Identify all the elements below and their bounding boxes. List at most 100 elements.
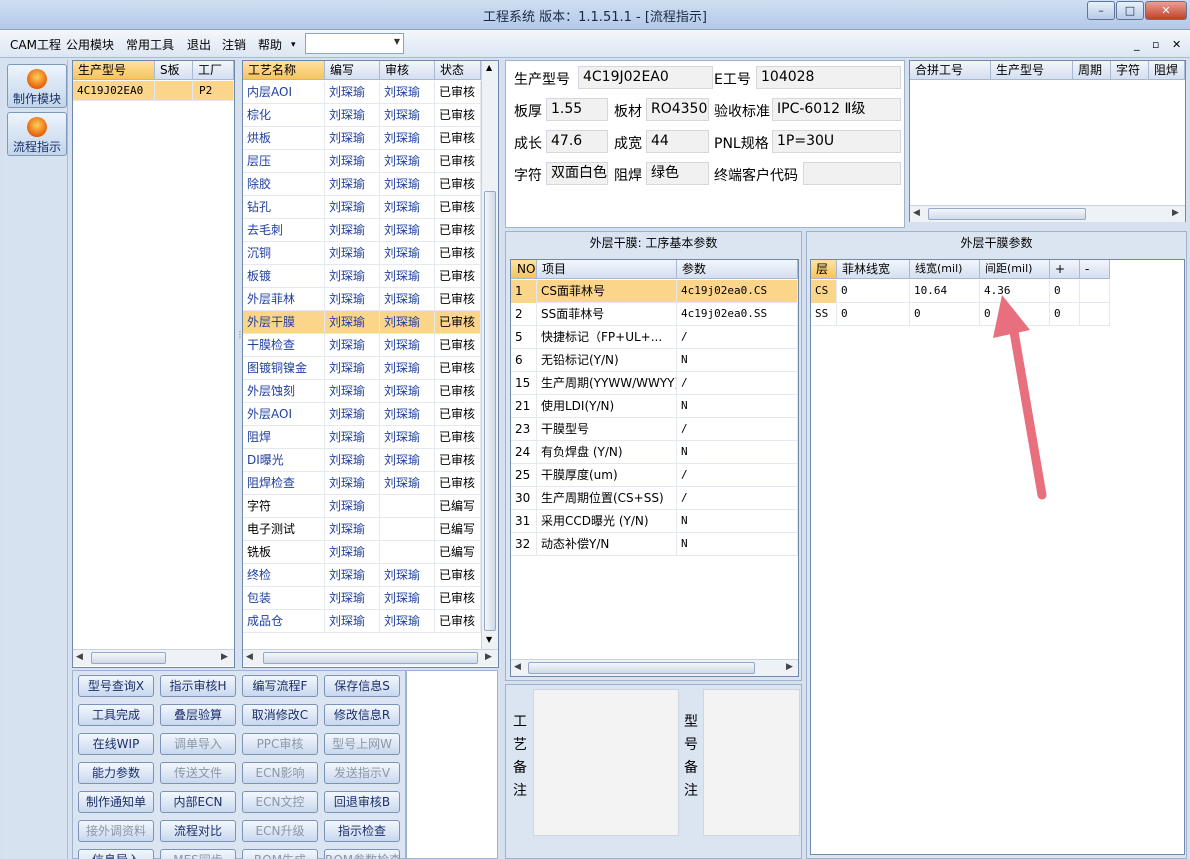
action-button[interactable]: MES同步 [160,849,236,859]
action-button[interactable]: 取消修改C [242,704,318,726]
action-button[interactable]: 在线WIP [78,733,154,755]
menu-common-tools[interactable]: 常用工具 [126,36,174,53]
table-row[interactable]: 内层AOI 刘琛瑜 刘琛瑜 已审核 [243,81,481,104]
table-row[interactable]: 沉铜 刘琛瑜 刘琛瑜 已审核 [243,242,481,265]
toolbar-combo[interactable]: ▼ [305,33,404,54]
pnl-field[interactable]: 1P=30U [772,130,901,153]
flow-indicator-button[interactable]: 流程指示 [7,112,67,156]
action-button[interactable]: 制作通知单 [78,791,154,813]
std-field[interactable]: IPC-6012 Ⅱ级 [772,98,901,121]
action-button[interactable]: ROM生成 [242,849,318,859]
table-row[interactable]: 图镀铜镍金 刘琛瑜 刘琛瑜 已审核 [243,357,481,380]
action-button[interactable]: 信息导入 [78,849,154,859]
scroll-thumb[interactable] [928,208,1086,220]
len-field[interactable]: 47.6 [546,130,608,153]
table-row[interactable]: 21 使用LDI(Y/N) N [511,395,798,418]
table-row[interactable]: 字符 刘琛瑜 已编写 [243,495,481,518]
col-layer[interactable]: 层 [811,260,837,279]
table-row[interactable]: 层压 刘琛瑜 刘琛瑜 已审核 [243,150,481,173]
process-hscroll[interactable]: ◀ ▶ [243,649,498,666]
action-button[interactable]: 能力参数 [78,762,154,784]
action-button[interactable]: ECN影响 [242,762,318,784]
menu-exit[interactable]: 退出 [187,36,211,53]
table-row[interactable]: 烘板 刘琛瑜 刘琛瑜 已审核 [243,127,481,150]
arrow-left-icon[interactable]: ◀ [514,662,521,672]
action-button[interactable]: 编写流程F [242,675,318,697]
table-row[interactable]: 6 无铅标记(Y/N) N [511,349,798,372]
table-row[interactable]: DI曝光 刘琛瑜 刘琛瑜 已审核 [243,449,481,472]
table-row[interactable]: 32 动态补偿Y/N N [511,533,798,556]
menu-help[interactable]: 帮助 [258,36,282,53]
menu-public-module[interactable]: 公用模块 [66,36,114,53]
table-row[interactable]: 板镀 刘琛瑜 刘琛瑜 已审核 [243,265,481,288]
action-button[interactable]: 型号查询X [78,675,154,697]
arrow-right-icon[interactable]: ▶ [221,652,228,662]
action-button[interactable]: 工具完成 [78,704,154,726]
col-item[interactable]: 项目 [537,260,677,279]
minimize-button[interactable]: – [1087,1,1115,20]
col-writer[interactable]: 编写 [325,61,380,80]
action-button[interactable]: 内部ECN [160,791,236,813]
arrow-right-icon[interactable]: ▶ [786,662,793,672]
arrow-left-icon[interactable]: ◀ [76,652,83,662]
table-row[interactable]: 25 干膜厚度(um) / [511,464,798,487]
action-button[interactable]: 接外调资料 [78,820,154,842]
table-row[interactable]: CS 0 10.64 4.36 0 [811,280,1110,303]
mdi-close-icon[interactable]: ✕ [1172,38,1181,51]
col-status[interactable]: 状态 [435,61,481,80]
action-button[interactable]: 型号上网W [324,733,400,755]
table-row[interactable]: 除胶 刘琛瑜 刘琛瑜 已审核 [243,173,481,196]
model-remark-field[interactable] [703,689,800,836]
chevron-down-icon[interactable]: ▾ [291,40,296,50]
cust-field[interactable] [803,162,901,185]
col-param[interactable]: 参数 [677,260,798,279]
table-row[interactable]: 终检 刘琛瑜 刘琛瑜 已审核 [243,564,481,587]
action-button[interactable]: PPC审核 [242,733,318,755]
table-row[interactable]: 外层AOI 刘琛瑜 刘琛瑜 已审核 [243,403,481,426]
col-film-width[interactable]: 菲林线宽 [837,260,910,279]
action-button[interactable]: 回退审核B [324,791,400,813]
table-row[interactable]: 外层菲林 刘琛瑜 刘琛瑜 已审核 [243,288,481,311]
process-remark-field[interactable] [533,689,679,836]
table-row[interactable]: 外层蚀刻 刘琛瑜 刘琛瑜 已审核 [243,380,481,403]
make-module-button[interactable]: 制作模块 [7,64,67,108]
process-vscroll[interactable]: ▲ ▼ [481,61,498,649]
arrow-right-icon[interactable]: ▶ [1172,208,1179,218]
table-row[interactable]: 成品仓 刘琛瑜 刘琛瑜 已审核 [243,610,481,633]
arrow-down-icon[interactable]: ▼ [486,635,492,644]
action-button[interactable]: 调单导入 [160,733,236,755]
table-row[interactable]: 包装 刘琛瑜 刘琛瑜 已审核 [243,587,481,610]
arrow-right-icon[interactable]: ▶ [485,652,492,662]
table-row[interactable]: 去毛刺 刘琛瑜 刘琛瑜 已审核 [243,219,481,242]
prod-model-field[interactable]: 4C19J02EA0 [578,66,713,89]
table-row[interactable]: SS 0 0 0 0 [811,303,1110,326]
splitter-grip[interactable]: ⋮ [236,330,244,360]
table-row[interactable]: 24 有负焊盘 (Y/N) N [511,441,798,464]
scroll-thumb[interactable] [528,662,755,674]
table-row[interactable]: 4C19J02EA0 P2 [73,81,234,101]
col-merge-no[interactable]: 合拼工号 [910,61,991,80]
action-button[interactable]: 指示检查 [324,820,400,842]
mask-field[interactable]: 绿色 [646,162,709,185]
action-button[interactable]: ECN文控 [242,791,318,813]
table-row[interactable]: 电子测试 刘琛瑜 已编写 [243,518,481,541]
merge-hscroll[interactable]: ◀ ▶ [910,205,1185,222]
model-list-hscroll[interactable]: ◀ ▶ [73,649,234,666]
table-row[interactable]: 钻孔 刘琛瑜 刘琛瑜 已审核 [243,196,481,219]
action-button[interactable]: ROM参数检查 [324,849,400,859]
col-merge-mask[interactable]: 阻焊 [1149,61,1185,80]
col-s-board[interactable]: S板 [155,61,193,80]
width-field[interactable]: 44 [646,130,709,153]
scroll-thumb[interactable] [263,652,478,664]
mdi-restore-icon[interactable]: ▫ [1152,38,1159,51]
table-row[interactable]: 外层干膜 刘琛瑜 刘琛瑜 已审核 [243,311,481,334]
col-line-width[interactable]: 线宽(mil) [910,260,980,279]
col-plus[interactable]: + [1050,260,1080,279]
col-prod-model[interactable]: 生产型号 [73,61,155,80]
table-row[interactable]: 棕化 刘琛瑜 刘琛瑜 已审核 [243,104,481,127]
action-button[interactable]: 指示审核H [160,675,236,697]
col-minus[interactable]: - [1080,260,1110,279]
col-no[interactable]: NO [511,260,537,279]
table-row[interactable]: 15 生产周期(YYWW/WWYY) / [511,372,798,395]
table-row[interactable]: 干膜检查 刘琛瑜 刘琛瑜 已审核 [243,334,481,357]
